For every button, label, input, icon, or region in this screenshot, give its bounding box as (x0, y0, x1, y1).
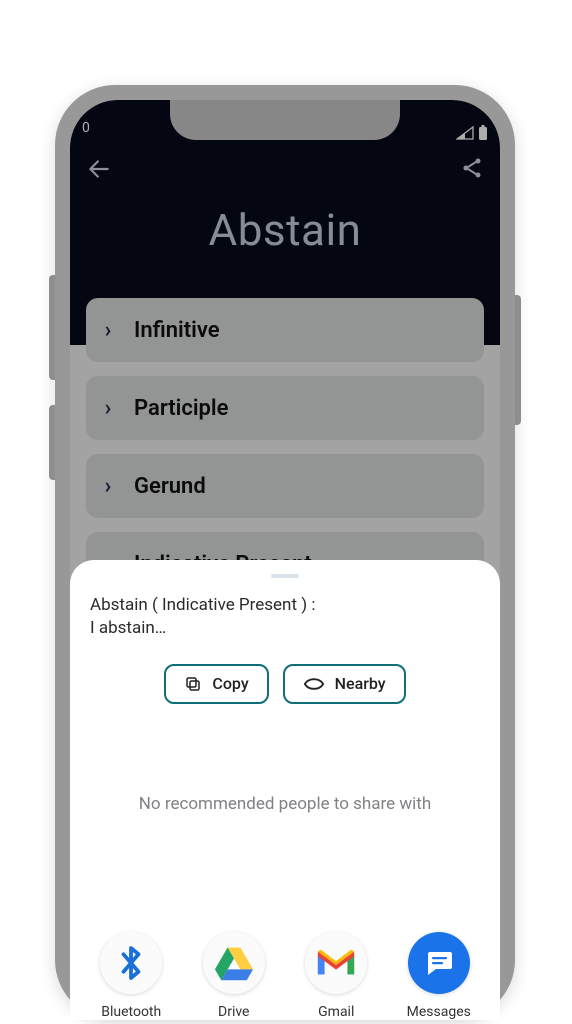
app-icon-circle (203, 932, 265, 994)
share-preview: Abstain ( Indicative Present ) : I absta… (90, 594, 480, 640)
share-targets-row: Bluetooth Drive Gmail (70, 932, 500, 1020)
share-sheet: Abstain ( Indicative Present ) : I absta… (70, 560, 500, 1020)
app-icon-circle (100, 932, 162, 994)
share-target-label: Gmail (318, 1004, 354, 1020)
notch (170, 100, 400, 140)
screen: 0 Abstain › (70, 100, 500, 1020)
sheet-handle[interactable] (271, 574, 299, 578)
share-target-label: Drive (218, 1004, 249, 1020)
share-target-messages[interactable]: Messages (394, 932, 484, 1020)
nearby-icon (303, 676, 325, 692)
share-target-label: Bluetooth (101, 1004, 161, 1020)
app-icon-circle (408, 932, 470, 994)
share-target-gmail[interactable]: Gmail (291, 932, 381, 1020)
copy-button[interactable]: Copy (164, 664, 268, 704)
share-preview-body: I abstain… (90, 617, 480, 640)
share-action-row: Copy Nearby (90, 664, 480, 704)
no-recommended-text: No recommended people to share with (90, 794, 480, 814)
copy-label: Copy (212, 674, 248, 693)
app-icon-circle (305, 932, 367, 994)
gmail-icon (315, 947, 357, 979)
share-target-drive[interactable]: Drive (189, 932, 279, 1020)
share-preview-title: Abstain ( Indicative Present ) : (90, 594, 480, 617)
share-target-label: Messages (407, 1004, 471, 1020)
phone-side-button (49, 405, 55, 480)
phone-frame: 0 Abstain › (55, 85, 515, 1020)
copy-icon (184, 675, 202, 693)
share-target-bluetooth[interactable]: Bluetooth (86, 932, 176, 1020)
nearby-label: Nearby (335, 674, 386, 693)
phone-side-button (515, 295, 521, 425)
phone-side-button (49, 275, 55, 380)
messages-icon (423, 947, 455, 979)
nearby-button[interactable]: Nearby (283, 664, 406, 704)
bluetooth-icon (116, 943, 146, 983)
drive-icon (214, 945, 254, 981)
